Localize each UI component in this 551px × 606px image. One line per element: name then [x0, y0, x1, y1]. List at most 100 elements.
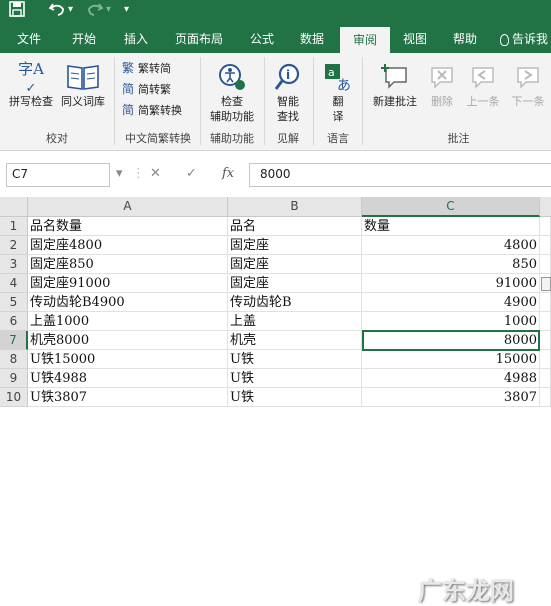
cell-a3[interactable]: 固定座850 [28, 255, 228, 274]
enter-icon[interactable]: ✓ [186, 166, 197, 181]
cell-d7[interactable] [540, 331, 551, 350]
cell-b10[interactable]: U铁 [228, 388, 362, 407]
cell-a6[interactable]: 上盖1000 [28, 312, 228, 331]
tab-insert[interactable]: 插入 [124, 26, 148, 53]
cell-c4[interactable]: 91000 [362, 274, 540, 293]
simp-to-trad-button[interactable]: 简简转繁 [122, 80, 171, 99]
cell-b7[interactable]: 机壳 [228, 331, 362, 350]
svg-text:あ: あ [337, 78, 351, 92]
cell-a2[interactable]: 固定座4800 [28, 236, 228, 255]
column-header-next[interactable] [540, 197, 551, 217]
spell-check-icon: 字A ✓ [18, 60, 44, 96]
cell-a1[interactable]: 品名数量 [28, 217, 228, 236]
cell-c9[interactable]: 4988 [362, 369, 540, 388]
cell-a8[interactable]: U铁15000 [28, 350, 228, 369]
cell-d2[interactable] [540, 236, 551, 255]
cell-d6[interactable] [540, 312, 551, 331]
smart-lookup-button[interactable]: i 智能 查找 [268, 60, 308, 124]
cell-b3[interactable]: 固定座 [228, 255, 362, 274]
row-header-5[interactable]: 5 [0, 293, 28, 312]
cell-b9[interactable]: U铁 [228, 369, 362, 388]
tell-me-search[interactable]: 告诉我 [500, 26, 548, 53]
cell-c8[interactable]: 15000 [362, 350, 540, 369]
cell-d10[interactable] [540, 388, 551, 407]
smart-lookup-icon: i [268, 60, 308, 94]
formula-input[interactable]: 8000 [249, 163, 551, 187]
paste-options-icon[interactable] [541, 277, 551, 291]
cell-d3[interactable] [540, 255, 551, 274]
cell-d5[interactable] [540, 293, 551, 312]
cell-c6[interactable]: 1000 [362, 312, 540, 331]
delete-comment-icon [424, 60, 460, 94]
tab-help[interactable]: 帮助 [453, 26, 477, 53]
row-header-8[interactable]: 8 [0, 350, 28, 369]
row-header-7[interactable]: 7 [0, 331, 28, 350]
cell-d9[interactable] [540, 369, 551, 388]
cell-b1[interactable]: 品名 [228, 217, 362, 236]
next-comment-button: 下一条 [506, 60, 550, 109]
cell-b2[interactable]: 固定座 [228, 236, 362, 255]
cell-b4[interactable]: 固定座 [228, 274, 362, 293]
cell-c3[interactable]: 850 [362, 255, 540, 274]
tab-view[interactable]: 视图 [403, 26, 427, 53]
cell-b8[interactable]: U铁 [228, 350, 362, 369]
save-icon[interactable] [8, 0, 26, 20]
customize-toolbar-icon[interactable]: ▾ [124, 0, 129, 20]
conversion-button[interactable]: 简简繁转换 [122, 101, 182, 120]
previous-comment-button: 上一条 [462, 60, 504, 109]
spell-check-button[interactable]: 字A ✓ 拼写检查 [5, 60, 57, 109]
check-accessibility-button[interactable]: 检查 辅助功能 [204, 60, 260, 124]
group-separator [114, 57, 115, 145]
row-header-1[interactable]: 1 [0, 217, 28, 236]
cell-a7[interactable]: 机壳8000 [28, 331, 228, 350]
formula-bar: C7 ▾ ⋮ ✕ ✓ fx 8000 [0, 151, 551, 197]
thesaurus-button[interactable]: 同义词库 [57, 60, 109, 109]
tab-page-layout[interactable]: 页面布局 [175, 26, 223, 53]
tab-formulas[interactable]: 公式 [250, 26, 274, 53]
group-separator [362, 57, 363, 145]
accessibility-label-2: 辅助功能 [210, 110, 254, 123]
row-header-3[interactable]: 3 [0, 255, 28, 274]
tab-file[interactable]: 文件 [17, 26, 41, 53]
spell-check-label: 拼写检查 [9, 95, 53, 108]
cell-c5[interactable]: 4900 [362, 293, 540, 312]
row-header-6[interactable]: 6 [0, 312, 28, 331]
row-header-10[interactable]: 10 [0, 388, 28, 407]
cell-a5[interactable]: 传动齿轮B4900 [28, 293, 228, 312]
insert-function-icon[interactable]: fx [222, 166, 234, 181]
column-header-b[interactable]: B [228, 197, 362, 217]
select-all-corner[interactable] [0, 197, 28, 217]
group-language-label: 语言 [327, 132, 349, 145]
trad-to-simp-button[interactable]: 繁繁转简 [122, 59, 171, 78]
group-separator [200, 57, 201, 145]
tab-review[interactable]: 审阅 [340, 27, 390, 53]
cell-b6[interactable]: 上盖 [228, 312, 362, 331]
tab-home[interactable]: 开始 [72, 26, 96, 53]
cancel-icon[interactable]: ✕ [150, 166, 161, 181]
row-header-4[interactable]: 4 [0, 274, 28, 293]
cell-a10[interactable]: U铁3807 [28, 388, 228, 407]
cell-b5[interactable]: 传动齿轮B [228, 293, 362, 312]
undo-icon[interactable] [48, 0, 66, 20]
cell-c2[interactable]: 4800 [362, 236, 540, 255]
cell-a4[interactable]: 固定座91000 [28, 274, 228, 293]
cell-c10[interactable]: 3807 [362, 388, 540, 407]
cell-d1[interactable] [540, 217, 551, 236]
name-box[interactable]: C7 [6, 163, 110, 187]
cell-c1[interactable]: 数量 [362, 217, 540, 236]
trad-to-simp-icon: 繁 [122, 61, 135, 75]
column-header-c[interactable]: C [362, 197, 540, 217]
column-header-a[interactable]: A [28, 197, 228, 217]
group-proofing-label: 校对 [46, 132, 68, 145]
row-header-9[interactable]: 9 [0, 369, 28, 388]
cell-d8[interactable] [540, 350, 551, 369]
row-header-2[interactable]: 2 [0, 236, 28, 255]
svg-text:a: a [328, 66, 335, 79]
cell-a9[interactable]: U铁4988 [28, 369, 228, 388]
name-box-dropdown-icon[interactable]: ▾ [116, 166, 123, 181]
new-comment-button[interactable]: 新建批注 [366, 60, 424, 109]
tab-data[interactable]: 数据 [300, 26, 324, 53]
translate-button[interactable]: aあ 翻 译 [318, 60, 358, 124]
worksheet-grid[interactable]: A B C 1 品名数量 品名 数量 2 固定座4800 固定座 4800 3 固定座850 固定座… [0, 197, 551, 605]
undo-dropdown-icon[interactable]: ▾ [68, 0, 73, 20]
